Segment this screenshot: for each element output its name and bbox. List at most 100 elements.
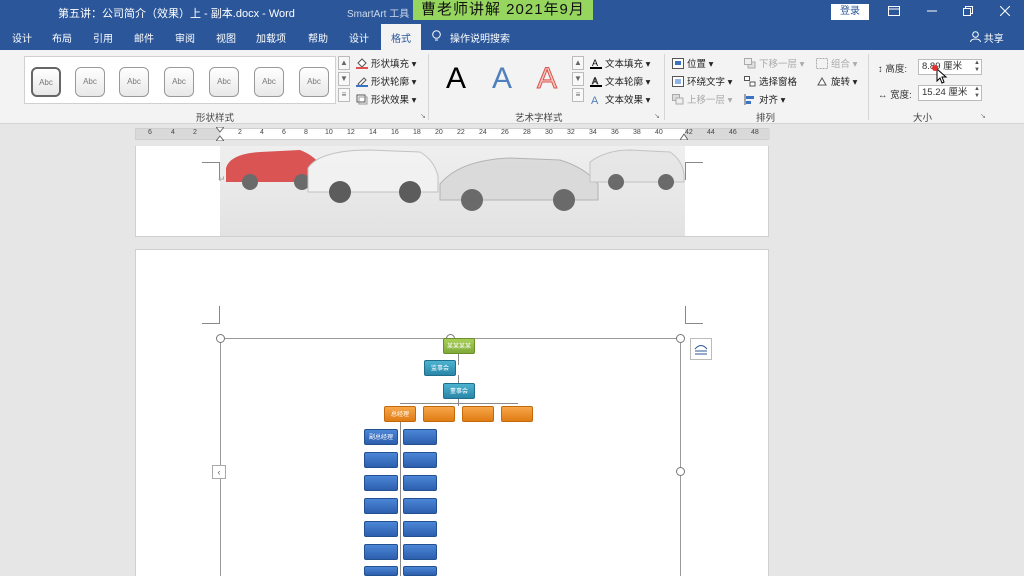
shape-style-5[interactable]: Abc [209, 67, 239, 97]
text-fill-button[interactable]: A 文本填充 ▾ [590, 56, 650, 70]
send-backward-button[interactable]: 下移一层 ▾ [744, 56, 804, 70]
car-image-icon [226, 149, 685, 211]
org-node-top[interactable]: 某某某某 [443, 338, 475, 354]
selection-pane-button[interactable]: 选择窗格 [744, 74, 797, 88]
width-input[interactable]: 15.24 厘米 ▲ ▼ [918, 85, 982, 101]
spin-arrows-icon[interactable]: ▲ ▼ [974, 86, 980, 100]
shape-style-1[interactable]: Abc [31, 67, 61, 97]
watermark-banner: 曹老师讲解 2021年9月 [413, 0, 593, 20]
org-node-blue[interactable] [403, 475, 437, 491]
gallery-more-icon[interactable]: ≡ [338, 88, 350, 102]
right-indent-marker-icon[interactable] [680, 132, 688, 140]
paint-bucket-icon [356, 58, 368, 69]
gallery-down-icon[interactable]: ▼ [338, 72, 350, 86]
ruler-number: 4 [171, 129, 175, 136]
shape-fill-button[interactable]: 形状填充 ▾ [356, 56, 416, 70]
shape-style-7[interactable]: Abc [299, 67, 329, 97]
layout-options-icon[interactable] [690, 338, 712, 360]
tab-addins[interactable]: 加载项 [256, 30, 286, 45]
gallery-up-icon[interactable]: ▲ [338, 56, 350, 70]
position-button[interactable]: 位置 ▾ [672, 56, 713, 70]
org-node-blue[interactable] [364, 452, 398, 468]
org-node-orange[interactable] [501, 406, 533, 422]
svg-text:A: A [591, 95, 599, 105]
rotate-button[interactable]: 旋转 ▾ [816, 74, 857, 88]
align-button[interactable]: 对齐 ▾ [744, 92, 785, 106]
resize-handle[interactable] [676, 334, 685, 343]
cursor-highlight-dot [932, 65, 938, 71]
dialog-launcher-icon[interactable]: ↘ [980, 112, 986, 120]
wrap-text-button[interactable]: 环绕文字 ▾ [672, 74, 732, 88]
wordart-style-blue[interactable]: A [492, 62, 512, 96]
text-outline-label: 文本轮廓 [605, 77, 644, 88]
rotate-label: 旋转 [831, 77, 851, 88]
tab-review[interactable]: 审阅 [175, 30, 195, 45]
org-node-blue[interactable] [364, 521, 398, 537]
ruler-number: 14 [369, 129, 377, 136]
shape-style-4[interactable]: Abc [164, 67, 194, 97]
wordart-style-black[interactable]: A [446, 62, 466, 96]
tab-design[interactable]: 设计 [12, 30, 32, 45]
org-node-blue[interactable] [403, 566, 437, 576]
tell-me-search[interactable]: 操作说明搜索 [432, 30, 510, 45]
indent-marker-icon[interactable] [216, 127, 224, 141]
spin-arrows-icon[interactable]: ▲ ▼ [974, 60, 980, 74]
ribbon-tab-row: 设计 布局 引用 邮件 审阅 视图 加载项 帮助 设计 格式 操作说明搜索 共享 [0, 24, 1024, 50]
text-effects-button[interactable]: A 文本效果 ▾ [590, 92, 650, 107]
org-node-orange[interactable] [423, 406, 455, 422]
document-page[interactable]: ↵ [135, 146, 769, 237]
height-input[interactable]: 8.89 厘米 ▲ ▼ [918, 59, 982, 75]
org-node-blue[interactable] [403, 544, 437, 560]
shape-style-2[interactable]: Abc [75, 67, 105, 97]
selection-pane-icon [744, 76, 756, 87]
bring-forward-button[interactable]: 上移一层 ▾ [672, 92, 732, 106]
minimize-icon[interactable] [922, 3, 942, 21]
org-node-blue[interactable] [403, 521, 437, 537]
org-node-blue[interactable] [364, 475, 398, 491]
org-node-dept-head[interactable]: 副总经理 [364, 429, 398, 445]
restore-icon[interactable] [958, 3, 978, 21]
org-node-blue[interactable] [364, 544, 398, 560]
org-node-board[interactable]: 董事会 [443, 383, 475, 399]
login-button[interactable]: 登录 [831, 4, 869, 20]
dialog-launcher-icon[interactable]: ↘ [420, 112, 426, 120]
arrange-group-label: 排列 [756, 113, 776, 124]
tab-layout[interactable]: 布局 [52, 30, 72, 45]
org-node-blue[interactable] [364, 566, 398, 576]
shape-style-3[interactable]: Abc [119, 67, 149, 97]
org-node-blue[interactable] [403, 429, 437, 445]
org-node-orange[interactable] [462, 406, 494, 422]
resize-handle[interactable] [216, 334, 225, 343]
tab-smartart-design[interactable]: 设计 [349, 30, 369, 45]
shape-styles-gallery[interactable]: Abc Abc Abc Abc Abc Abc Abc [24, 56, 336, 104]
tab-view[interactable]: 视图 [216, 30, 236, 45]
share-button[interactable]: 共享 [970, 30, 1004, 45]
ruler-number: 6 [282, 129, 286, 136]
group-button[interactable]: 组合 ▾ [816, 56, 857, 70]
org-node-assistant[interactable]: 监事会 [424, 360, 456, 376]
ruler-number: 2 [238, 129, 242, 136]
ruler-number: 38 [633, 129, 641, 136]
shape-outline-button[interactable]: 形状轮廓 ▾ [356, 74, 416, 88]
org-node-blue[interactable] [403, 452, 437, 468]
tab-format[interactable]: 格式 [381, 24, 421, 50]
wordart-up-icon[interactable]: ▲ [572, 56, 584, 70]
wordart-style-outline[interactable]: A [536, 62, 557, 96]
resize-handle[interactable] [676, 467, 685, 476]
shape-style-6[interactable]: Abc [254, 67, 284, 97]
tab-mailings[interactable]: 邮件 [134, 30, 154, 45]
tab-help[interactable]: 帮助 [308, 30, 328, 45]
close-icon[interactable] [995, 3, 1015, 21]
shape-effects-button[interactable]: 形状效果 ▾ [356, 92, 416, 106]
text-outline-button[interactable]: A 文本轮廓 ▾ [590, 74, 650, 88]
text-pane-toggle-icon[interactable]: ‹ [212, 465, 226, 479]
wordart-down-icon[interactable]: ▼ [572, 72, 584, 86]
wordart-more-icon[interactable]: ≡ [572, 88, 584, 102]
org-node-manager[interactable]: 总经理 [384, 406, 416, 422]
horizontal-ruler[interactable]: 6 4 2 2 4 6 8 10 12 14 16 18 20 22 24 26… [135, 127, 770, 141]
org-node-blue[interactable] [403, 498, 437, 514]
org-node-blue[interactable] [364, 498, 398, 514]
tab-references[interactable]: 引用 [93, 30, 113, 45]
ribbon-display-icon[interactable] [884, 3, 904, 21]
dialog-launcher-icon[interactable]: ↘ [654, 112, 660, 120]
